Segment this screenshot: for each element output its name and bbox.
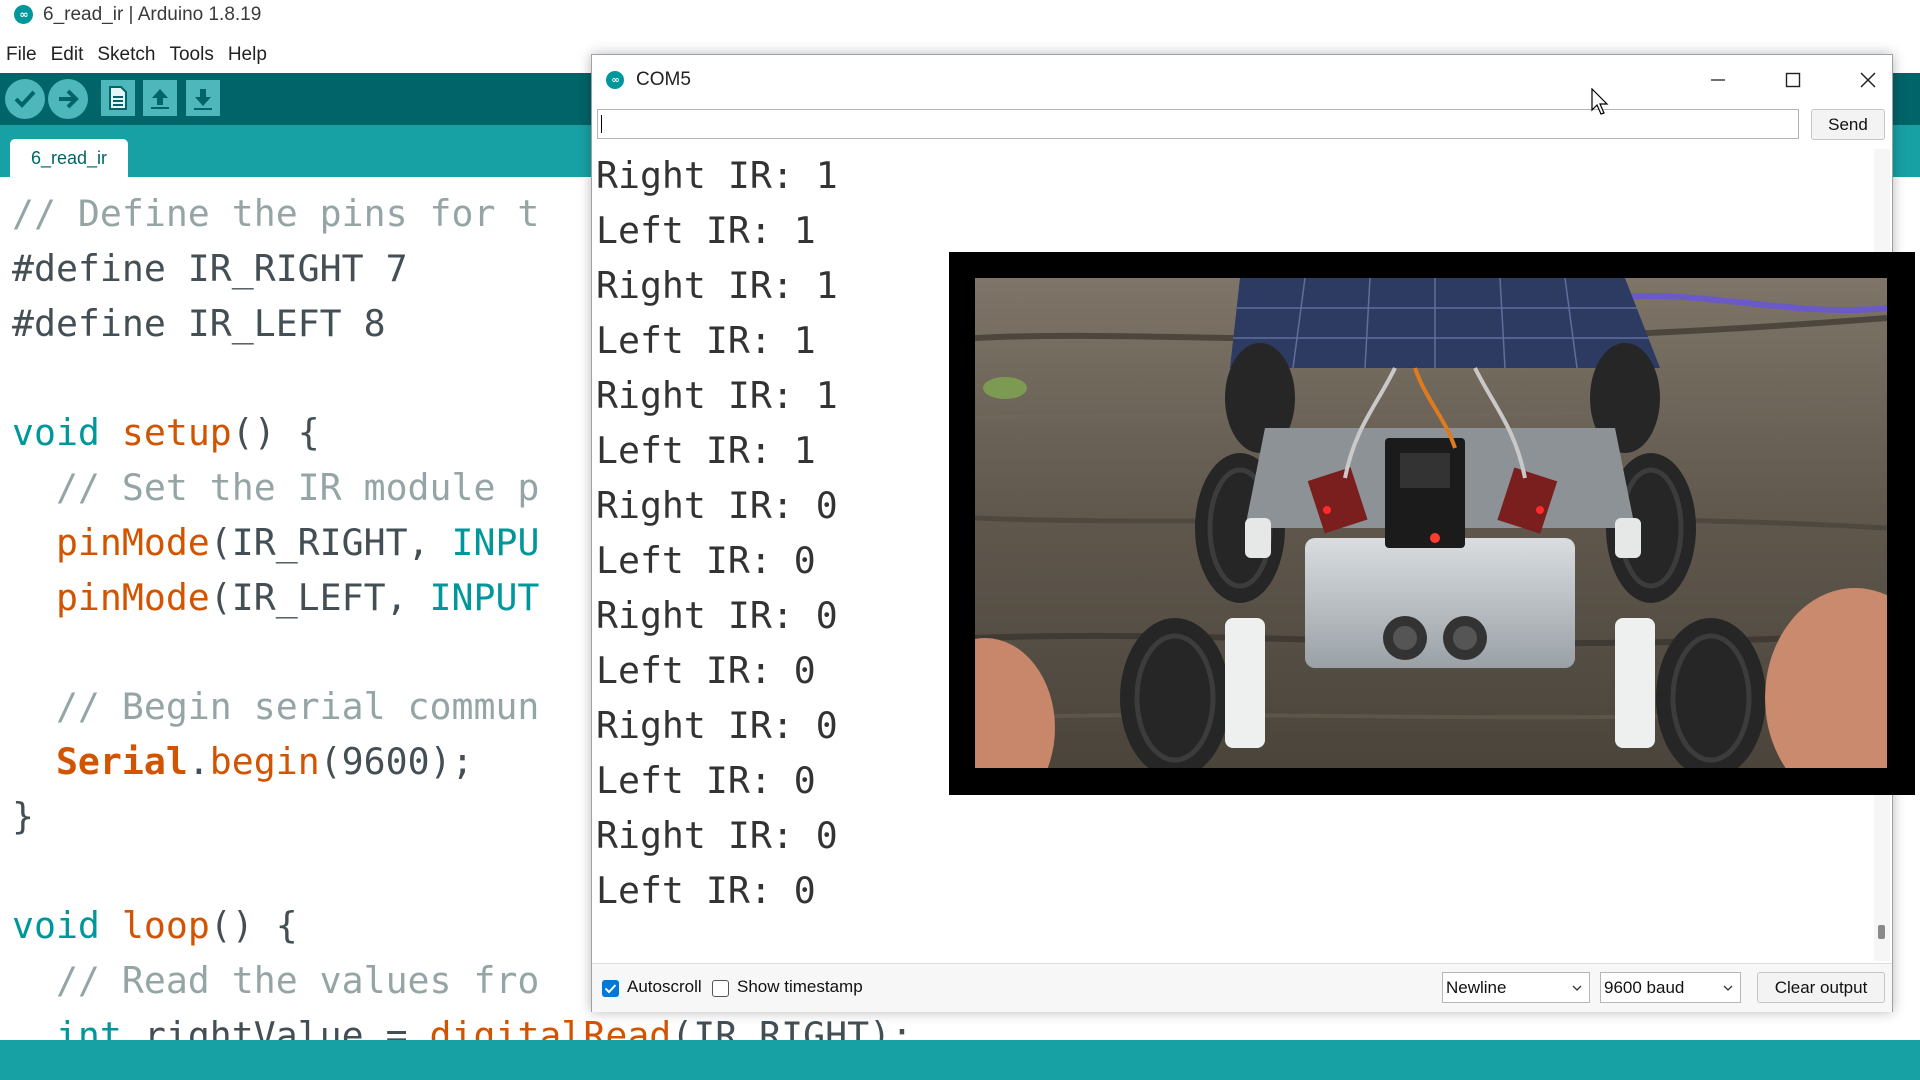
output-line: Left IR: 0	[596, 759, 816, 802]
scroll-thumb[interactable]	[1878, 925, 1885, 939]
arrow-up-icon	[151, 89, 169, 109]
minimize-button[interactable]	[1700, 65, 1736, 95]
serial-monitor-title-bar: ∞ COM5	[592, 55, 1892, 105]
ide-title-bar: ∞ 6_read_ir | Arduino 1.8.19	[0, 0, 1920, 29]
open-sketch-button[interactable]	[143, 80, 177, 116]
output-line: Left IR: 0	[596, 539, 816, 582]
autoscroll-checkbox[interactable]	[602, 980, 619, 997]
arduino-logo-icon: ∞	[14, 5, 33, 24]
check-icon	[604, 984, 617, 994]
serial-monitor-title: COM5	[636, 69, 691, 90]
code-line: // Begin serial commun	[55, 685, 540, 728]
check-icon	[14, 90, 36, 108]
show-timestamp-checkbox[interactable]	[712, 980, 729, 997]
output-line: Left IR: 1	[596, 209, 816, 252]
chevron-down-icon	[1572, 985, 1582, 991]
maximize-button[interactable]	[1775, 65, 1811, 95]
mouse-cursor-icon	[1591, 88, 1609, 115]
code-line: int rightValue = digitalRead(IR_RIGHT);	[55, 1014, 914, 1040]
menu-edit[interactable]: Edit	[48, 44, 87, 66]
output-line: Right IR: 0	[596, 484, 838, 527]
arduino-logo-icon: ∞	[606, 71, 624, 89]
save-sketch-button[interactable]	[186, 80, 220, 116]
show-timestamp-label: Show timestamp	[737, 977, 863, 996]
output-line: Right IR: 0	[596, 594, 838, 637]
menu-help[interactable]: Help	[225, 44, 270, 66]
baud-rate-select[interactable]: 9600 baud	[1600, 972, 1741, 1003]
serial-send-input[interactable]	[597, 109, 1799, 139]
robot-car-photo	[975, 278, 1887, 768]
code-line: #define IR_RIGHT 7	[12, 247, 408, 290]
code-line: void loop() {	[12, 904, 298, 947]
code-line: // Set the IR module p	[55, 466, 540, 509]
output-line: Left IR: 0	[596, 649, 816, 692]
autoscroll-label: Autoscroll	[627, 977, 702, 996]
serial-monitor-footer: Autoscroll Show timestamp Newline 9600 b…	[592, 963, 1892, 1012]
output-line: Right IR: 0	[596, 704, 838, 747]
baud-rate-value: 9600 baud	[1604, 978, 1685, 997]
output-line: Right IR: 1	[596, 264, 838, 307]
menu-tools[interactable]: Tools	[166, 44, 216, 66]
code-line: void setup() {	[12, 411, 320, 454]
arrow-down-icon	[194, 89, 212, 110]
code-line: // Define the pins for t	[12, 192, 540, 235]
maximize-icon	[1785, 72, 1801, 88]
output-line: Left IR: 1	[596, 429, 816, 472]
clear-output-button[interactable]: Clear output	[1757, 972, 1885, 1003]
verify-button[interactable]	[5, 79, 45, 119]
chevron-down-icon	[1723, 985, 1733, 991]
minimize-icon	[1711, 79, 1725, 81]
code-line: }	[12, 795, 34, 838]
code-line: pinMode(IR_RIGHT, INPU	[55, 521, 540, 564]
file-icon	[109, 86, 127, 110]
code-line: #define IR_LEFT 8	[12, 302, 386, 345]
output-line: Left IR: 1	[596, 319, 816, 362]
ide-window-title: 6_read_ir | Arduino 1.8.19	[43, 3, 262, 25]
upload-button[interactable]	[48, 79, 88, 119]
ide-status-bar	[0, 1040, 1920, 1080]
arrow-right-icon	[59, 89, 79, 109]
close-button[interactable]	[1850, 65, 1886, 95]
line-ending-select[interactable]: Newline	[1442, 972, 1590, 1003]
video-overlay	[949, 252, 1915, 795]
close-icon	[1860, 72, 1876, 88]
ide-menu-bar: File Edit Sketch Tools Help	[0, 40, 272, 70]
output-line: Right IR: 1	[596, 154, 838, 197]
new-sketch-button[interactable]	[101, 80, 135, 116]
send-button[interactable]: Send	[1811, 109, 1885, 140]
output-line: Right IR: 1	[596, 374, 838, 417]
code-line: Serial.begin(9600);	[55, 740, 474, 783]
code-line: pinMode(IR_LEFT, INPUT	[55, 576, 540, 619]
code-line: // Read the values fro	[55, 959, 540, 1002]
output-line: Left IR: 0	[596, 869, 816, 912]
menu-sketch[interactable]: Sketch	[94, 44, 158, 66]
tab-6-read-ir[interactable]: 6_read_ir	[10, 139, 128, 177]
menu-file[interactable]: File	[3, 44, 40, 66]
output-line: Right IR: 0	[596, 814, 838, 857]
line-ending-value: Newline	[1446, 978, 1507, 997]
